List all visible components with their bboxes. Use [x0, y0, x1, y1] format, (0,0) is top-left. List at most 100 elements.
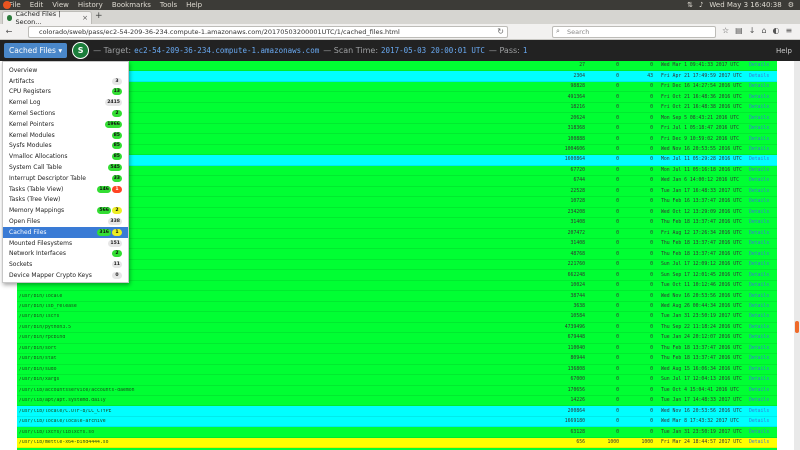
details-link[interactable]: Details [743, 356, 773, 361]
menu-item-kernel-log[interactable]: Kernel Log 2415 [3, 97, 128, 108]
menu-item-interrupt-descriptor-table[interactable]: Interrupt Descriptor Table 33 [3, 173, 128, 184]
menu-item-mounted-filesystems[interactable]: Mounted Filesystems 151 [3, 238, 128, 249]
clock[interactable]: Wed May 3 16:40:38 [709, 1, 781, 9]
details-link[interactable]: Details [743, 126, 773, 131]
menu-item-artifacts[interactable]: Artifacts 3 [3, 76, 128, 87]
details-link[interactable]: Details [743, 325, 773, 330]
pocket-icon[interactable]: ◐ [773, 26, 780, 35]
details-link[interactable]: Details [743, 367, 773, 372]
uid-cell: 0 [616, 157, 619, 163]
details-link[interactable]: Details [743, 419, 773, 424]
menu-item-kernel-pointers[interactable]: Kernel Pointers 1966 [3, 119, 128, 130]
menu-edit[interactable]: Edit [30, 1, 44, 9]
reload-icon[interactable]: ↻ [497, 27, 504, 36]
menu-item-network-interfaces[interactable]: Network Interfaces 2 [3, 249, 128, 260]
details-link[interactable]: Details [743, 377, 773, 382]
star-icon[interactable]: ☆ [722, 26, 729, 35]
details-link[interactable]: Details [743, 398, 773, 403]
menu-item-cached-files[interactable]: Cached Files 316 1 [3, 226, 128, 238]
file-size-cell: 31408 [570, 241, 585, 247]
menu-item-vmalloc-allocations[interactable]: Vmalloc Allocations 85 [3, 151, 128, 162]
menu-item-tasks-tree-view[interactable]: Tasks (Tree View) [3, 195, 128, 206]
details-link[interactable]: Details [743, 116, 773, 121]
modified-time-cell: Sun Sep 17 12:01:45 2016 UTC [661, 272, 742, 278]
details-link[interactable]: Details [743, 388, 773, 393]
window-close-icon[interactable] [3, 1, 11, 9]
menu-view[interactable]: View [52, 1, 69, 9]
menu-item-open-files[interactable]: Open Files 338 [3, 216, 128, 227]
scrollbar[interactable] [794, 61, 800, 450]
file-size-cell: 38744 [570, 293, 585, 299]
gid-cell: 0 [650, 251, 653, 257]
help-link[interactable]: Help [776, 47, 792, 55]
menu-item-tasks-table-view[interactable]: Tasks (Table View) 146 1 [3, 184, 128, 195]
details-link[interactable]: Details [743, 189, 773, 194]
bookmark-icon[interactable]: ▤ [735, 26, 743, 35]
menu-item-overview[interactable]: Overview [3, 65, 128, 76]
gid-cell: 0 [650, 157, 653, 163]
gid-cell: 0 [650, 178, 653, 184]
menu-tools[interactable]: Tools [160, 1, 177, 9]
volume-icon[interactable]: ♪ [699, 1, 703, 9]
tab-close-icon[interactable]: × [82, 14, 88, 22]
wifi-icon[interactable]: ⇅ [687, 1, 693, 9]
details-link[interactable]: Details [743, 137, 773, 142]
details-link[interactable]: Details [743, 346, 773, 351]
details-link[interactable]: Details [743, 273, 773, 278]
details-link[interactable]: Details [743, 294, 773, 299]
menu-item-sysfs-modules[interactable]: Sysfs Modules 85 [3, 141, 128, 152]
details-link[interactable]: Details [743, 147, 773, 152]
download-icon[interactable]: ↓ [749, 26, 756, 35]
menu-item-memory-mappings[interactable]: Memory Mappings 566 2 [3, 205, 128, 216]
menu-help[interactable]: Help [186, 1, 202, 9]
details-link[interactable]: Details [743, 199, 773, 204]
scan-time-value: 2017-05-03 20:00:01 UTC [381, 46, 485, 55]
details-link[interactable]: Details [743, 95, 773, 100]
details-link[interactable]: Details [743, 105, 773, 110]
details-link[interactable]: Details [743, 210, 773, 215]
browser-tab[interactable]: Cached Files | Secon... × [2, 10, 92, 26]
menu-item-system-call-table[interactable]: System Call Table 545 [3, 162, 128, 173]
details-link[interactable]: Details [743, 63, 773, 68]
menu-item-label: CPU Registers [9, 88, 51, 96]
details-link[interactable]: Details [743, 335, 773, 340]
details-link[interactable]: Details [743, 74, 773, 79]
gid-cell: 0 [650, 419, 653, 425]
details-link[interactable]: Details [743, 304, 773, 309]
menu-item-kernel-sections[interactable]: Kernel Sections 2 [3, 108, 128, 119]
details-link[interactable]: Details [743, 157, 773, 162]
details-link[interactable]: Details [743, 231, 773, 236]
uid-cell: 0 [616, 272, 619, 278]
details-link[interactable]: Details [743, 252, 773, 257]
menu-history[interactable]: History [78, 1, 103, 9]
details-link[interactable]: Details [743, 241, 773, 246]
table-row: 10024 0 0 Tue Oct 11 10:12:46 2016 UTC Detai… [17, 280, 777, 292]
menu-item-kernel-modules[interactable]: Kernel Modules 85 [3, 130, 128, 141]
details-link[interactable]: Details [743, 262, 773, 267]
details-link[interactable]: Details [743, 168, 773, 173]
home-icon[interactable]: ⌂ [761, 26, 766, 35]
section-menu-button[interactable]: Cached Files ▾ [4, 43, 68, 58]
details-link[interactable]: Details [743, 409, 773, 414]
menu-item-device-mapper-crypto-keys[interactable]: Device Mapper Crypto Keys 0 [3, 270, 128, 281]
menu-item-sockets[interactable]: Sockets 11 [3, 259, 128, 270]
details-link[interactable]: Details [743, 430, 773, 435]
details-link[interactable]: Details [743, 314, 773, 319]
menu-item-cpu-registers[interactable]: CPU Registers 13 [3, 87, 128, 98]
details-link[interactable]: Details [743, 84, 773, 89]
details-link[interactable]: Details [743, 220, 773, 225]
uid-cell: 0 [616, 387, 619, 393]
back-icon[interactable]: ← [3, 26, 15, 38]
badge-group: 1966 [105, 120, 122, 128]
hamburger-menu-icon[interactable]: ≡ [786, 26, 793, 35]
details-link[interactable]: Details [743, 440, 773, 445]
scrollbar-thumb[interactable] [795, 321, 799, 333]
search-input[interactable]: ⌕ Search [552, 26, 716, 38]
menu-bookmarks[interactable]: Bookmarks [112, 1, 151, 9]
power-icon[interactable]: ⚙ [788, 1, 794, 9]
details-link[interactable]: Details [743, 178, 773, 183]
file-size-cell: 110040 [567, 345, 585, 351]
url-bar[interactable]: colorado/sweb/pass/ec2-54-209-36-234.com… [28, 26, 508, 38]
new-tab-icon[interactable]: + [95, 11, 103, 21]
details-link[interactable]: Details [743, 283, 773, 288]
